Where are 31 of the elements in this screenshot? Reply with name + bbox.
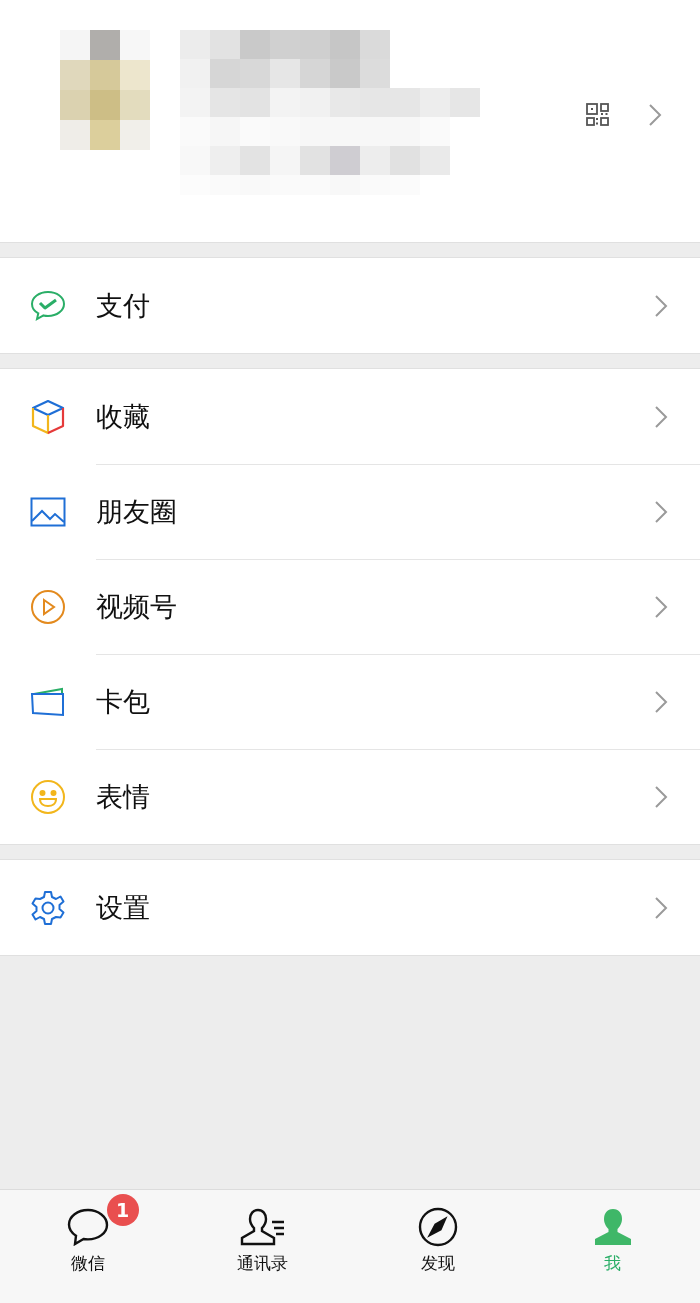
play-circle-icon [30, 588, 66, 625]
settings-icon [30, 889, 66, 926]
smiley-icon [30, 778, 66, 815]
chevron-right-icon [654, 595, 668, 619]
contacts-icon [239, 1208, 286, 1246]
chevron-right-icon [654, 404, 668, 429]
menu-item[interactable]: 收藏 [0, 369, 700, 464]
speech-bubble-icon [66, 1208, 109, 1246]
person-icon [592, 1208, 633, 1246]
cube-icon [31, 398, 65, 435]
compass-icon [417, 1207, 458, 1247]
menu-item[interactable]: 设置 [0, 860, 700, 955]
unread-badge: 1 [106, 1194, 139, 1226]
tab[interactable]: 1 微信 [0, 1190, 175, 1303]
menu-item[interactable]: 视频号 [0, 559, 700, 654]
chevron-right-icon [654, 500, 668, 524]
tab[interactable]: 通讯录 [175, 1190, 350, 1303]
menu-item[interactable]: 卡包 [0, 654, 700, 749]
menu-item[interactable]: 表情 [0, 749, 700, 844]
landscape-image-icon [30, 496, 66, 527]
chevron-right-icon [654, 690, 668, 714]
menu-item[interactable]: 支付 [0, 258, 700, 353]
menu-item[interactable]: 朋友圈 [0, 464, 700, 559]
chevron-right-icon [654, 785, 668, 809]
wallet-icon [30, 685, 66, 718]
chat-bubble-check-icon [30, 289, 66, 322]
tab[interactable]: 发现 [350, 1190, 525, 1303]
chevron-right-icon [654, 293, 668, 318]
chevron-right-icon[interactable] [648, 103, 662, 127]
chevron-right-icon [654, 895, 668, 920]
qr-code-icon[interactable] [586, 103, 610, 127]
